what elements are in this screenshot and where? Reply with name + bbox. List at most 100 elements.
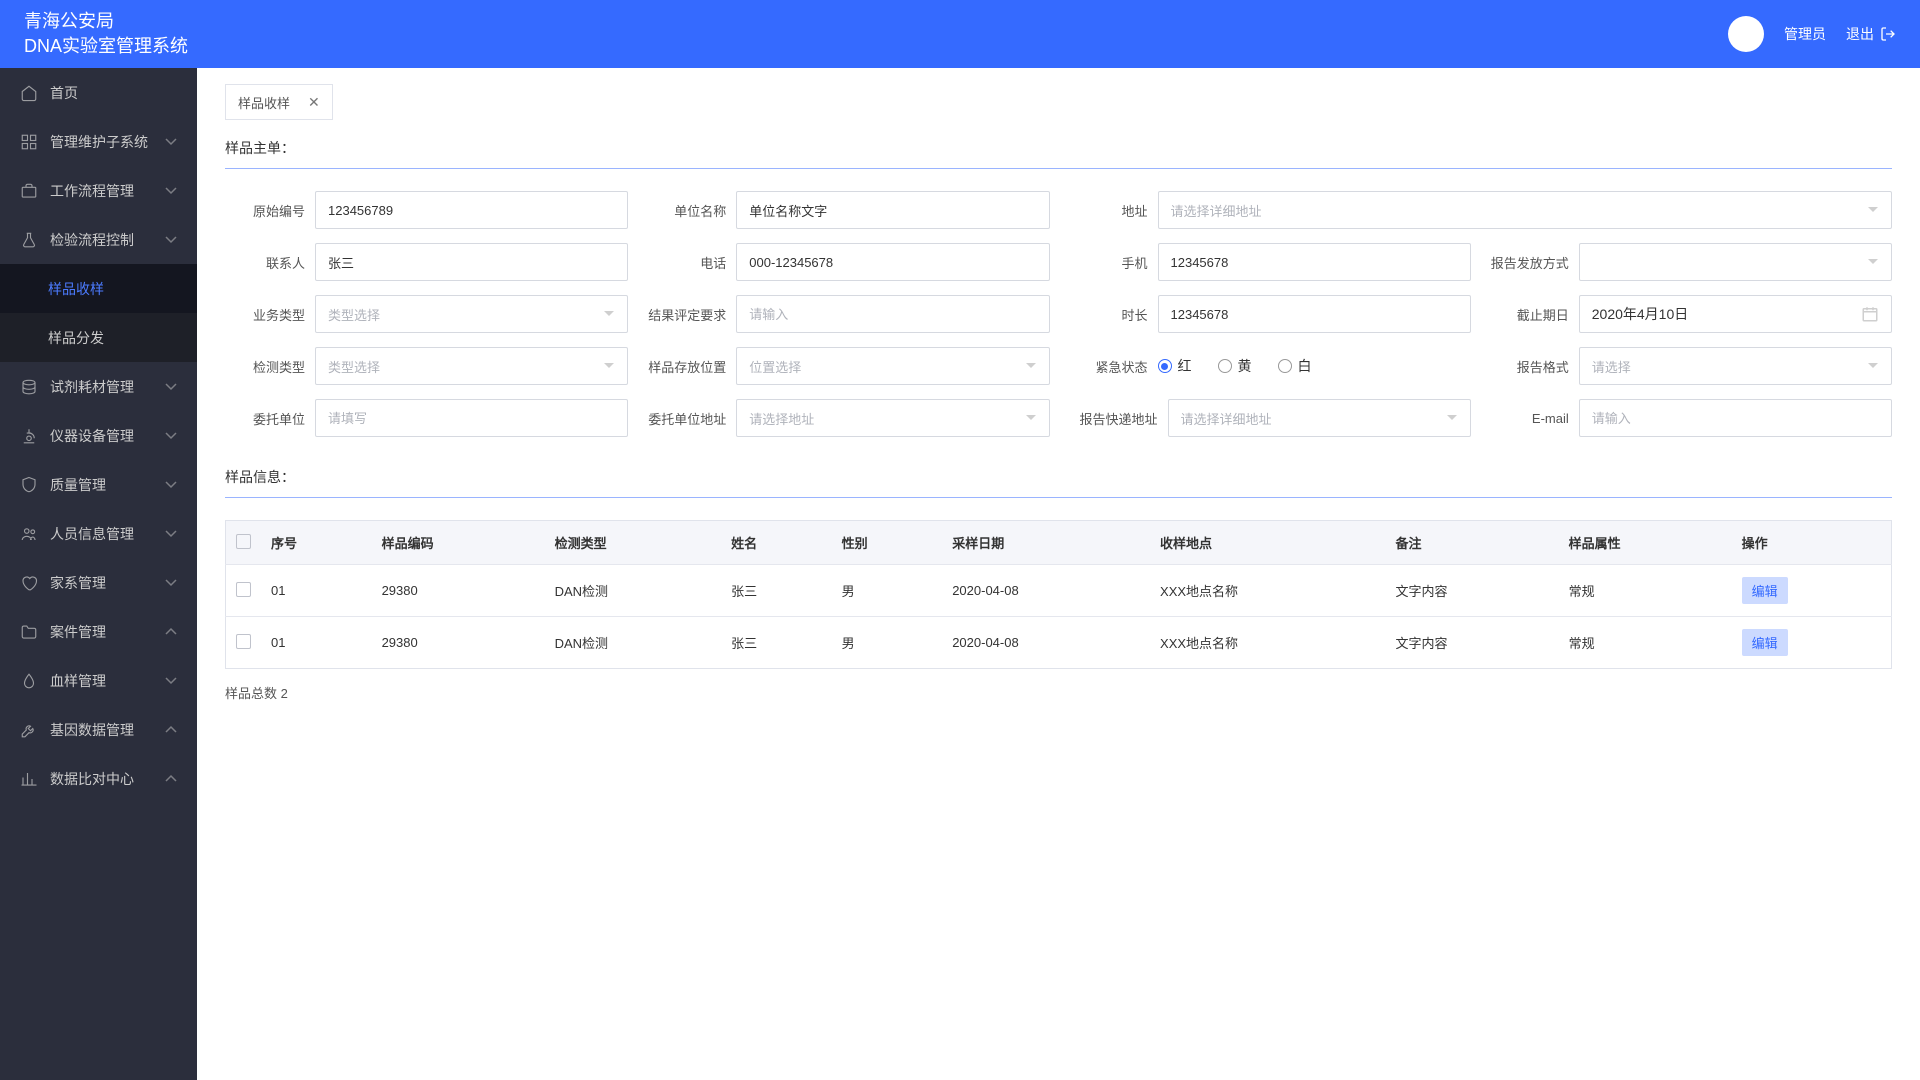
close-icon[interactable]: ✕ — [308, 94, 320, 111]
phone-input[interactable] — [736, 243, 1049, 281]
report-format-select[interactable]: 请选择 — [1579, 347, 1892, 385]
original-no-input[interactable] — [315, 191, 628, 229]
sidebar-item-label: 基因数据管理 — [50, 720, 134, 740]
sidebar-item-heart[interactable]: 家系管理 — [0, 558, 197, 607]
sidebar-item-stack[interactable]: 试剂耗材管理 — [0, 362, 197, 411]
label-entrust-addr: 委托单位地址 — [646, 409, 726, 428]
sidebar-item-users[interactable]: 人员信息管理 — [0, 509, 197, 558]
sidebar-item-label: 首页 — [50, 83, 78, 103]
briefcase-icon — [20, 182, 38, 200]
address-select[interactable]: 请选择详细地址 — [1158, 191, 1893, 229]
deadline-date-input[interactable]: 2020年4月10日 — [1579, 295, 1892, 333]
drop-icon — [20, 672, 38, 690]
table-header: 样品属性 — [1559, 521, 1732, 565]
flask-icon — [20, 231, 38, 249]
table-header: 备注 — [1386, 521, 1559, 565]
sidebar-subitem[interactable]: 样品收样 — [0, 264, 197, 313]
sidebar-item-briefcase[interactable]: 工作流程管理 — [0, 166, 197, 215]
table-header: 采样日期 — [942, 521, 1150, 565]
sidebar-item-wrench[interactable]: 基因数据管理 — [0, 705, 197, 754]
row-checkbox[interactable] — [236, 634, 251, 649]
label-contact: 联系人 — [225, 253, 305, 272]
storage-select[interactable]: 位置选择 — [736, 347, 1049, 385]
cell-attr: 常规 — [1559, 617, 1732, 669]
result-req-input[interactable] — [736, 295, 1049, 333]
mobile-input[interactable] — [1158, 243, 1471, 281]
biz-type-select[interactable]: 类型选择 — [315, 295, 628, 333]
contact-input[interactable] — [315, 243, 628, 281]
cell-gender: 男 — [832, 617, 943, 669]
table-header: 操作 — [1732, 521, 1892, 565]
duration-input[interactable] — [1158, 295, 1471, 333]
row-checkbox[interactable] — [236, 582, 251, 597]
cell-type: DAN检测 — [545, 617, 721, 669]
cell-code: 29380 — [372, 565, 545, 617]
entrust-addr-select[interactable]: 请选择地址 — [736, 399, 1049, 437]
stack-icon — [20, 378, 38, 396]
sidebar-item-drop[interactable]: 血样管理 — [0, 656, 197, 705]
edit-button[interactable]: 编辑 — [1742, 577, 1788, 604]
table-header: 样品编码 — [372, 521, 545, 565]
unit-name-input[interactable] — [736, 191, 1049, 229]
users-icon — [20, 525, 38, 543]
sidebar-item-flask[interactable]: 检验流程控制 — [0, 215, 197, 264]
sidebar-item-label: 家系管理 — [50, 573, 106, 593]
chevron-down-icon — [165, 185, 177, 197]
report-method-select[interactable] — [1579, 243, 1892, 281]
avatar[interactable] — [1728, 16, 1764, 52]
logout-button[interactable]: 退出 — [1846, 24, 1896, 44]
sidebar-item-grid[interactable]: 管理维护子系统 — [0, 117, 197, 166]
logout-icon — [1880, 26, 1896, 42]
sidebar-item-label: 质量管理 — [50, 475, 106, 495]
edit-button[interactable]: 编辑 — [1742, 629, 1788, 656]
table-header: 检测类型 — [545, 521, 721, 565]
urgency-radio-黄[interactable]: 黄 — [1218, 356, 1252, 376]
chevron-down-icon — [165, 675, 177, 687]
sidebar-item-label: 数据比对中心 — [50, 769, 134, 789]
urgency-radio-白[interactable]: 白 — [1278, 356, 1312, 376]
table-header: 收样地点 — [1150, 521, 1386, 565]
label-entrust-unit: 委托单位 — [225, 409, 305, 428]
label-express-addr: 报告快递地址 — [1068, 409, 1158, 428]
sidebar-item-chart[interactable]: 数据比对中心 — [0, 754, 197, 803]
section-title-main: 样品主单： — [225, 138, 1892, 158]
chevron-up-icon — [165, 724, 177, 736]
divider — [225, 497, 1892, 498]
sidebar-item-label: 样品分发 — [48, 328, 104, 348]
chevron-down-icon — [1025, 360, 1037, 372]
cell-location: XXX地点名称 — [1150, 617, 1386, 669]
sidebar-item-label: 检验流程控制 — [50, 230, 134, 250]
sidebar-item-label: 仪器设备管理 — [50, 426, 134, 446]
chevron-down-icon — [165, 577, 177, 589]
microscope-icon — [20, 427, 38, 445]
home-icon — [20, 84, 38, 102]
cell-code: 29380 — [372, 617, 545, 669]
cell-no: 01 — [261, 565, 372, 617]
email-input[interactable] — [1579, 399, 1892, 437]
express-addr-select[interactable]: 请选择详细地址 — [1168, 399, 1471, 437]
sidebar-item-folder[interactable]: 案件管理 — [0, 607, 197, 656]
chevron-up-icon — [165, 626, 177, 638]
shield-icon — [20, 476, 38, 494]
chevron-down-icon — [1867, 360, 1879, 372]
sidebar-item-home[interactable]: 首页 — [0, 68, 197, 117]
sidebar-item-microscope[interactable]: 仪器设备管理 — [0, 411, 197, 460]
table-row: 0129380DAN检测张三男2020-04-08XXX地点名称文字内容常规编辑 — [226, 617, 1892, 669]
user-role: 管理员 — [1784, 24, 1826, 44]
sidebar-item-shield[interactable]: 质量管理 — [0, 460, 197, 509]
test-type-select[interactable]: 类型选择 — [315, 347, 628, 385]
sidebar: 首页管理维护子系统工作流程管理检验流程控制样品收样样品分发试剂耗材管理仪器设备管… — [0, 68, 197, 1080]
sidebar-item-label: 人员信息管理 — [50, 524, 134, 544]
urgency-radio-红[interactable]: 红 — [1158, 356, 1192, 376]
entrust-unit-input[interactable] — [315, 399, 628, 437]
header: 青海公安局 DNA实验室管理系统 管理员 退出 — [0, 0, 1920, 68]
chevron-down-icon — [165, 479, 177, 491]
chevron-down-icon — [603, 360, 615, 372]
chart-icon — [20, 770, 38, 788]
chevron-down-icon — [1867, 204, 1879, 216]
cell-no: 01 — [261, 617, 372, 669]
radio-icon — [1158, 359, 1172, 373]
select-all-checkbox[interactable] — [236, 534, 251, 549]
tab-sample-receive[interactable]: 样品收样 ✕ — [225, 84, 333, 120]
sidebar-subitem[interactable]: 样品分发 — [0, 313, 197, 362]
